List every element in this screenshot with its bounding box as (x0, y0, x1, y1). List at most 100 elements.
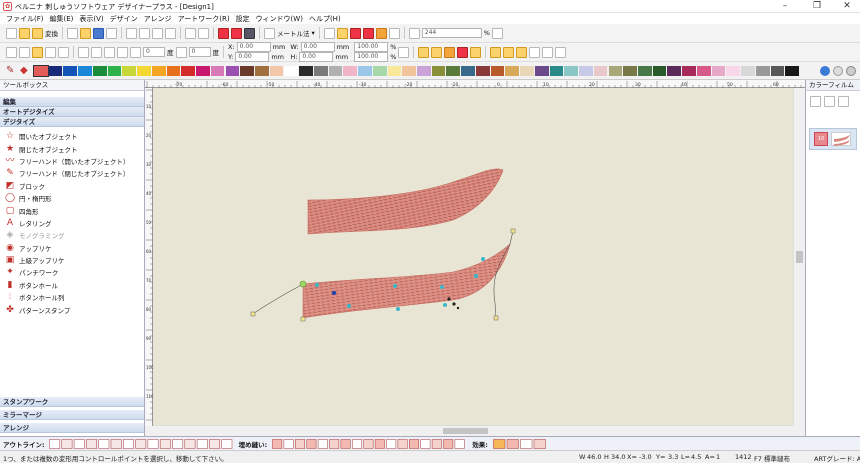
stitch-type-icon[interactable] (493, 438, 506, 449)
palette-swatch[interactable] (741, 66, 755, 76)
film-up-icon[interactable] (810, 96, 821, 107)
palette-swatch[interactable] (328, 66, 343, 76)
palette-swatch[interactable] (564, 66, 579, 76)
palette-swatch[interactable] (166, 66, 181, 76)
menu-view[interactable]: 表示(V) (79, 14, 103, 24)
palette-swatch[interactable] (343, 66, 358, 76)
new-icon[interactable] (67, 27, 78, 39)
stitch-type-icon[interactable] (98, 438, 109, 449)
palette-swatch[interactable] (358, 66, 372, 76)
category-autodigitize[interactable]: オートデジタイズ (0, 107, 144, 117)
cut-icon[interactable] (126, 27, 137, 39)
outline-stitch-icons[interactable] (48, 438, 234, 449)
polygon-select-icon[interactable] (19, 46, 30, 58)
print-icon[interactable] (106, 27, 117, 39)
tool-item[interactable]: ☆ 開いたオブジェクト (0, 130, 144, 142)
palette-swatch[interactable] (770, 66, 785, 76)
tool-item[interactable]: ▣ 上級アップリケ (0, 254, 144, 266)
sequence-icon[interactable] (555, 46, 567, 58)
design-canvas[interactable] (153, 88, 793, 425)
stitch-type-icon[interactable] (171, 438, 183, 449)
grid-icon[interactable] (529, 46, 541, 58)
category-mirror-merge[interactable]: ミラーマージ (0, 410, 144, 420)
tool-item[interactable]: ▮ ボタンホール (0, 279, 144, 291)
palette-swatch[interactable] (151, 66, 166, 76)
open-icon[interactable] (80, 27, 91, 39)
stitch-type-icon[interactable] (431, 46, 443, 58)
x-field[interactable]: 0.00 (236, 42, 271, 52)
category-digitize[interactable]: デジタイズ (0, 117, 144, 127)
palette-swatch[interactable] (284, 66, 299, 76)
rotate-field[interactable]: 0 (143, 47, 165, 57)
maximize-button[interactable]: ❐ (804, 0, 830, 13)
palette-swatch[interactable] (652, 66, 667, 76)
slant-field[interactable]: 0 (188, 47, 211, 57)
palette-swatch[interactable] (475, 66, 490, 76)
menu-arrange[interactable]: アレンジ (144, 14, 172, 24)
stitch-type-icon[interactable] (147, 438, 159, 449)
horizontal-scroll-thumb[interactable] (443, 428, 488, 434)
vertical-scroll-thumb[interactable] (796, 251, 803, 263)
mirror-h-icon[interactable] (78, 46, 89, 58)
h-field[interactable]: 0.00 (299, 52, 334, 62)
film-more-icon[interactable] (838, 96, 849, 107)
palette-swatch[interactable] (63, 66, 78, 76)
stitch-type-icon[interactable] (272, 438, 283, 449)
tool-item[interactable]: ◉ アップリケ (0, 242, 144, 254)
tool-item[interactable]: ▢ 四角形 (0, 204, 144, 216)
stitch-type-icon[interactable] (196, 438, 208, 449)
color-wheel-icon[interactable] (457, 46, 469, 58)
view-grid-icon[interactable] (323, 27, 335, 39)
palette-swatch[interactable] (755, 66, 770, 76)
duplicate-icon[interactable] (165, 27, 176, 39)
palette-swatch[interactable] (534, 66, 549, 76)
rotate-angle-icon[interactable] (130, 46, 141, 58)
tool-item[interactable]: 〰フリーハンド（開いたオブジェクト） (0, 155, 144, 167)
stitch-type-icon[interactable] (432, 438, 442, 449)
paste-icon[interactable] (152, 27, 163, 39)
save-icon[interactable] (93, 27, 104, 39)
palette-swatch[interactable] (711, 66, 726, 76)
palette-swatch[interactable] (696, 66, 711, 76)
palette-swatch[interactable] (417, 66, 431, 76)
palette-swatch[interactable] (92, 66, 107, 76)
palette-swatch[interactable] (549, 66, 564, 76)
redo-icon[interactable] (198, 27, 209, 39)
fill-stitch-icons[interactable] (272, 438, 467, 449)
tool-item[interactable]: ◯ 円・楕円形 (0, 192, 144, 204)
select-mode-icon[interactable] (6, 27, 17, 39)
pan-hand-icon[interactable] (491, 27, 503, 39)
resize-icon[interactable] (45, 46, 56, 58)
menu-design[interactable]: デザイン (110, 14, 138, 24)
tool-item[interactable]: ★ 閉じたオブジェクト (0, 142, 144, 154)
zoom-icon[interactable] (408, 27, 420, 39)
slant-icon[interactable] (58, 46, 69, 58)
palette-swatch[interactable] (196, 66, 210, 76)
category-edit[interactable]: 編集 (0, 97, 144, 107)
stitch-type-icon[interactable] (329, 438, 340, 449)
artwork-canvas-icon[interactable] (19, 27, 30, 39)
select-arrow-icon[interactable] (6, 46, 17, 58)
stitch-type-icon[interactable] (454, 438, 465, 449)
stitch-type-icon[interactable] (318, 438, 328, 449)
embroidery-canvas-icon[interactable] (32, 27, 43, 39)
stitch-type-icon[interactable] (221, 438, 232, 449)
stitch-type-icon[interactable] (61, 438, 72, 449)
menu-help[interactable]: ヘルプ(H) (309, 14, 341, 24)
palette-swatch[interactable] (107, 66, 122, 76)
lock-proportions-icon[interactable] (398, 46, 410, 58)
show-hoop-icon[interactable] (388, 27, 400, 39)
stitch-type-icon[interactable] (340, 438, 351, 449)
auto-fabric-icon[interactable] (418, 46, 430, 58)
tool-item[interactable]: ◈ モノグラミング (0, 229, 144, 241)
palette-swatch[interactable] (225, 66, 240, 76)
menu-file[interactable]: ファイル(F) (6, 14, 44, 24)
zoom-field[interactable]: 244 (421, 28, 482, 38)
measure-icon[interactable] (264, 27, 275, 39)
palette-swatch[interactable] (181, 66, 196, 76)
palette-settings-icon[interactable] (820, 66, 830, 76)
stitch-type-icon[interactable] (520, 438, 533, 449)
hoop-icon[interactable] (218, 27, 229, 39)
rotate-left-icon[interactable] (104, 46, 115, 58)
stitch-type-icon[interactable] (73, 438, 85, 449)
